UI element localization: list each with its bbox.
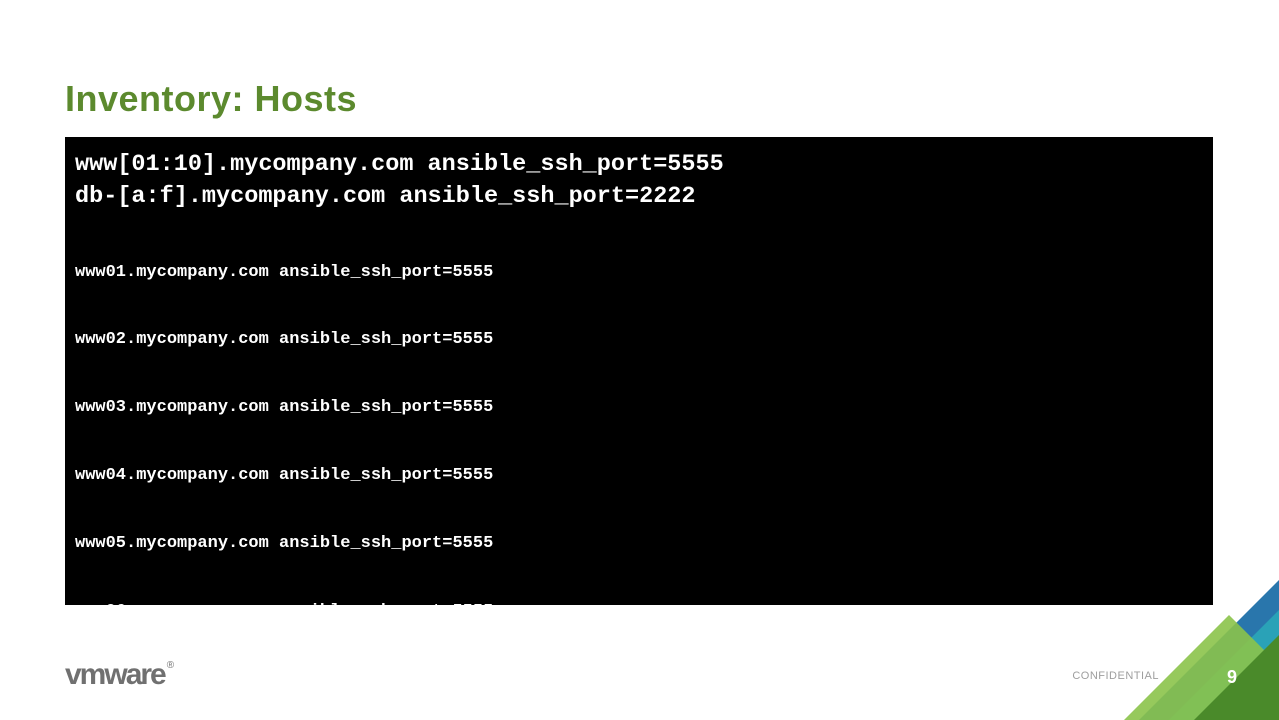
vmware-logo: vmware® [65,658,171,692]
pattern-line: www[01:10].mycompany.com ansible_ssh_por… [75,149,1203,181]
terminal-block: www[01:10].mycompany.com ansible_ssh_por… [65,137,1213,605]
expanded-list: www01.mycompany.com ansible_ssh_port=555… [75,216,1203,605]
host-line: www06.mycompany.com ansible_ssh_port=555… [75,601,1203,605]
trademark-icon: ® [167,660,173,671]
confidential-label: CONFIDENTIAL [1072,670,1159,682]
host-line: www04.mycompany.com ansible_ssh_port=555… [75,465,1203,488]
pattern-line: db-[a:f].mycompany.com ansible_ssh_port=… [75,181,1203,213]
brand-text: vmware [65,658,165,691]
host-line: www01.mycompany.com ansible_ssh_port=555… [75,262,1203,285]
host-line: www03.mycompany.com ansible_ssh_port=555… [75,397,1203,420]
host-line: www02.mycompany.com ansible_ssh_port=555… [75,329,1203,352]
slide: Inventory: Hosts www[01:10].mycompany.co… [0,0,1279,720]
host-line: www05.mycompany.com ansible_ssh_port=555… [75,533,1203,556]
page-number: 9 [1227,667,1237,688]
slide-title: Inventory: Hosts [65,78,357,120]
